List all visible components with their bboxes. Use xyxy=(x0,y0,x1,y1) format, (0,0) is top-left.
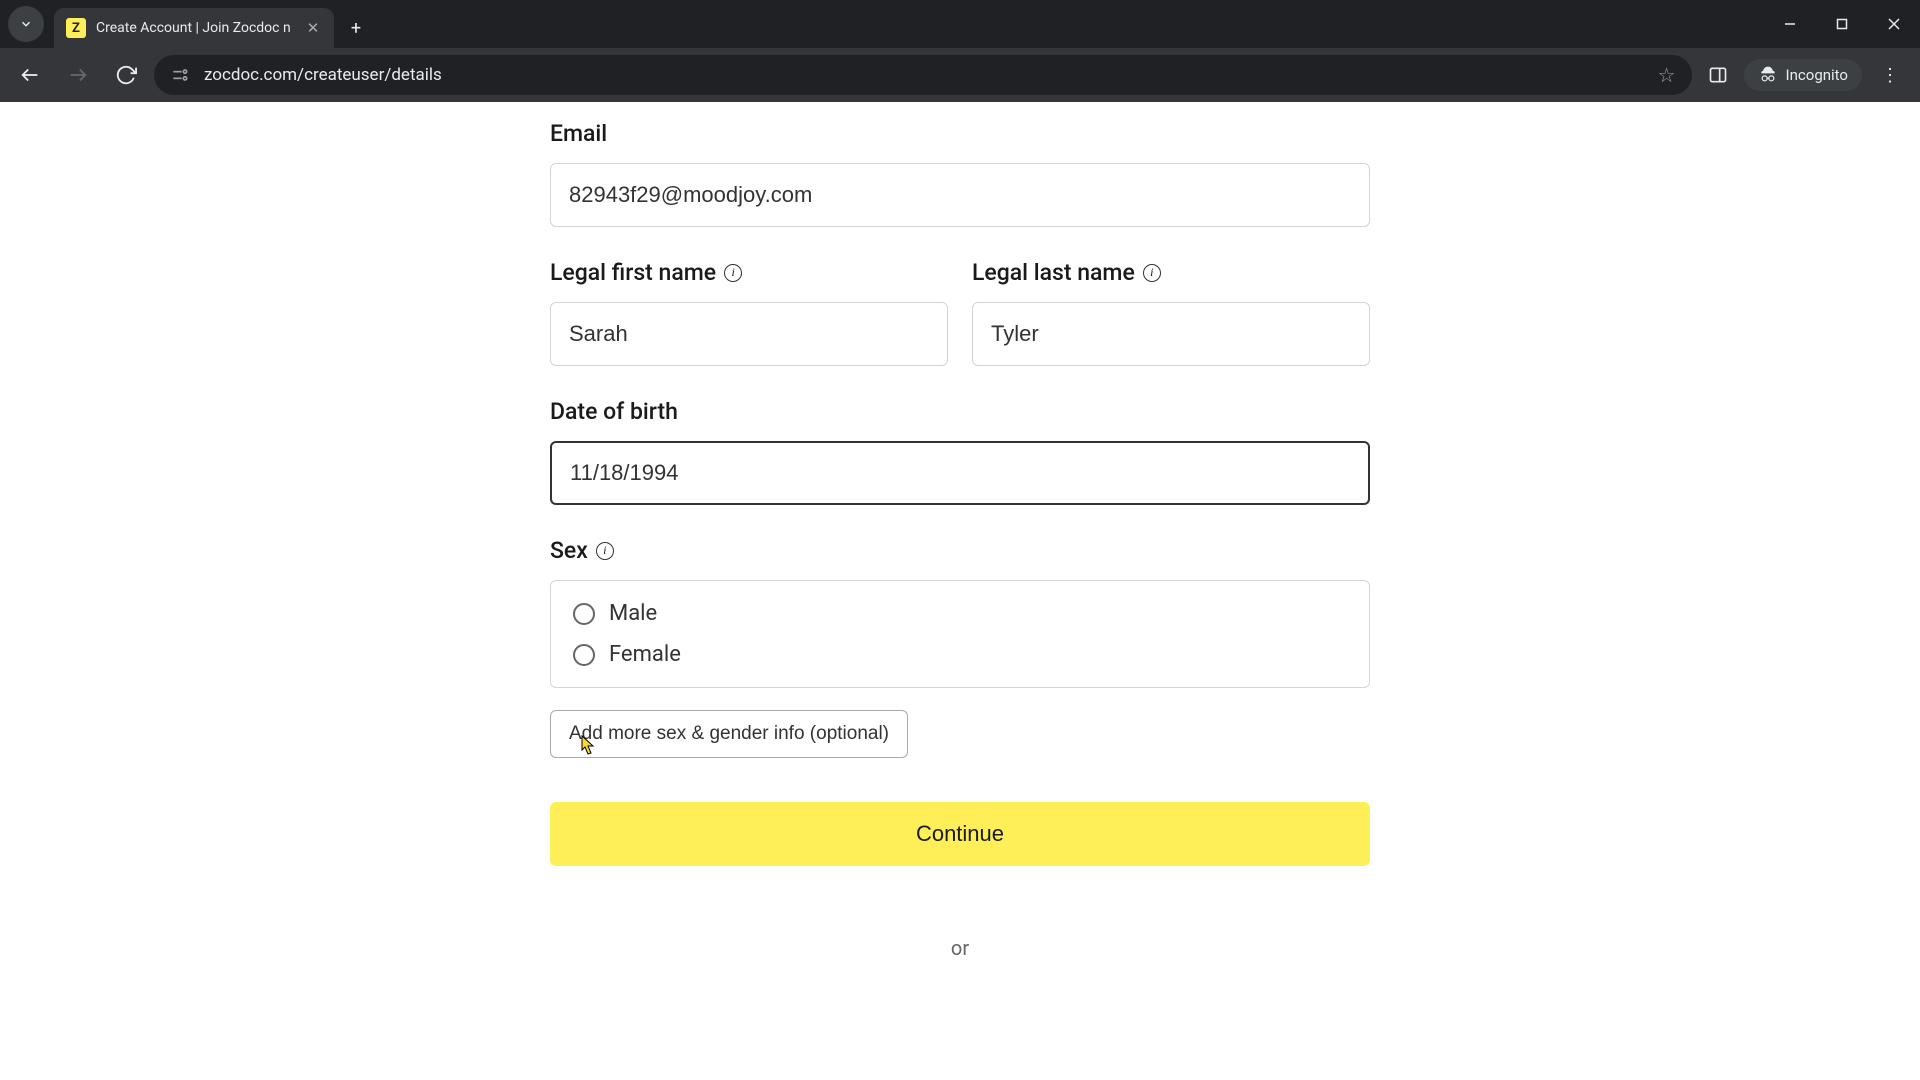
address-bar-row: zocdoc.com/createuser/details ☆ Incognit… xyxy=(0,48,1920,102)
browser-chrome: Z Create Account | Join Zocdoc n ✕ + xyxy=(0,0,1920,102)
radio-icon xyxy=(573,603,595,625)
incognito-label: Incognito xyxy=(1786,66,1848,84)
first-name-field-group: Legal first name i xyxy=(550,259,948,366)
name-row: Legal first name i Legal last name i xyxy=(550,259,1370,366)
info-icon[interactable]: i xyxy=(596,542,614,560)
new-tab-button[interactable]: + xyxy=(340,12,372,44)
signup-form: Email Legal first name i Legal last name… xyxy=(550,102,1370,1040)
divider-or: or xyxy=(550,936,1370,960)
sex-option-female[interactable]: Female xyxy=(573,642,1347,667)
page-content: Email Legal first name i Legal last name… xyxy=(0,102,1920,1080)
minimize-button[interactable] xyxy=(1764,4,1816,44)
dob-field-group: Date of birth xyxy=(550,398,1370,505)
tab-title: Create Account | Join Zocdoc n xyxy=(96,20,294,36)
close-window-button[interactable] xyxy=(1868,4,1920,44)
last-name-input[interactable] xyxy=(972,302,1370,366)
info-icon[interactable]: i xyxy=(1143,264,1161,282)
radio-icon xyxy=(573,644,595,666)
maximize-button[interactable] xyxy=(1816,4,1868,44)
sex-option-male-label: Male xyxy=(609,601,657,626)
sex-option-female-label: Female xyxy=(609,642,681,667)
sex-radio-group: Male Female xyxy=(550,580,1370,688)
tab-favicon: Z xyxy=(66,18,86,38)
first-name-input[interactable] xyxy=(550,302,948,366)
sex-option-male[interactable]: Male xyxy=(573,601,1347,626)
sex-label: Sex xyxy=(550,537,588,564)
forward-button[interactable] xyxy=(58,55,98,95)
browser-menu-button[interactable]: ⋮ xyxy=(1870,55,1910,95)
dob-label: Date of birth xyxy=(550,398,1370,425)
reload-button[interactable] xyxy=(106,55,146,95)
sex-field-group: Sex i Male Female xyxy=(550,537,1370,688)
window-controls xyxy=(1764,0,1920,48)
tab-close-icon[interactable]: ✕ xyxy=(304,19,322,37)
incognito-badge[interactable]: Incognito xyxy=(1744,59,1862,91)
tab-search-button[interactable] xyxy=(8,6,44,42)
bookmark-icon[interactable]: ☆ xyxy=(1658,63,1676,87)
continue-button[interactable]: Continue xyxy=(550,802,1370,866)
email-field-group: Email xyxy=(550,120,1370,227)
last-name-label: Legal last name xyxy=(972,259,1135,286)
site-info-icon[interactable] xyxy=(170,65,190,85)
address-bar[interactable]: zocdoc.com/createuser/details ☆ xyxy=(154,55,1692,95)
first-name-label: Legal first name xyxy=(550,259,716,286)
browser-tab[interactable]: Z Create Account | Join Zocdoc n ✕ xyxy=(54,8,334,48)
tab-bar: Z Create Account | Join Zocdoc n ✕ + xyxy=(0,0,1920,48)
info-icon[interactable]: i xyxy=(724,264,742,282)
last-name-field-group: Legal last name i xyxy=(972,259,1370,366)
back-button[interactable] xyxy=(10,55,50,95)
dob-input[interactable] xyxy=(550,441,1370,505)
url-text: zocdoc.com/createuser/details xyxy=(204,65,1644,85)
side-panel-button[interactable] xyxy=(1700,57,1736,93)
add-gender-info-button[interactable]: Add more sex & gender info (optional) xyxy=(550,710,908,758)
email-label: Email xyxy=(550,120,1370,147)
email-input[interactable] xyxy=(550,163,1370,227)
